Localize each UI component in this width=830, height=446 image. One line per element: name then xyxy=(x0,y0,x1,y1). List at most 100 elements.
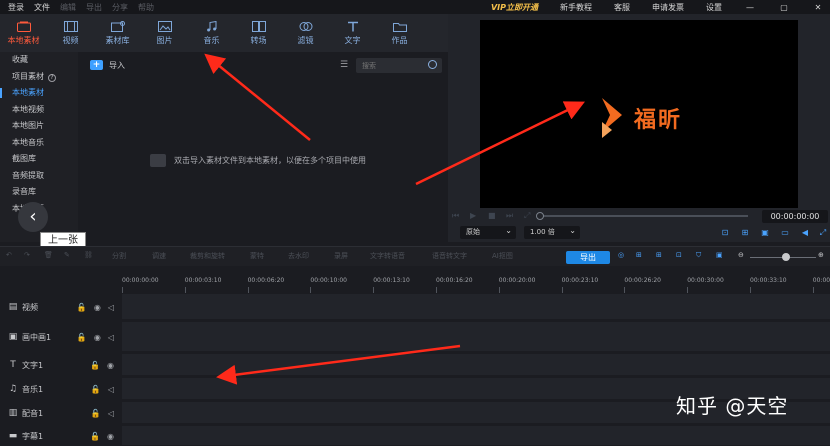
link-icon[interactable]: ⛓ xyxy=(84,251,93,259)
volume-icon[interactable]: ◀ xyxy=(800,228,810,238)
undo-icon[interactable]: ↶ xyxy=(6,251,12,259)
tab-library[interactable]: 素材库 xyxy=(94,14,141,52)
menu-share[interactable]: 分享 xyxy=(112,2,128,13)
zoom-out-icon[interactable]: ⊖ xyxy=(738,251,744,259)
zoom-slider-handle[interactable] xyxy=(782,253,790,261)
sidebar-item-local-image[interactable]: 本地图片 xyxy=(0,118,78,135)
lock-icon[interactable]: 🔓 xyxy=(77,303,87,312)
mark-icon[interactable]: ✎ xyxy=(64,251,70,259)
sidebar-item-recordings[interactable]: 录音库 xyxy=(0,184,78,201)
seek-track[interactable] xyxy=(538,215,748,217)
list-view-icon[interactable]: ☰ xyxy=(340,60,348,70)
speaker-icon[interactable]: ◁ xyxy=(108,303,114,312)
screen-icon[interactable]: ▭ xyxy=(780,228,790,238)
stt-button[interactable]: 语音转文字 xyxy=(432,251,467,261)
tab-text[interactable]: 文字 xyxy=(329,14,376,52)
tab-transition[interactable]: 转场 xyxy=(235,14,282,52)
sidebar-item-local-music[interactable]: 本地音乐 xyxy=(0,135,78,152)
preview-screen[interactable]: 福昕 xyxy=(480,20,798,208)
tool-icon-1[interactable]: ◎ xyxy=(618,251,624,259)
skip-back-icon[interactable]: ⏮ xyxy=(452,211,466,221)
invoice-link[interactable]: 申请发票 xyxy=(652,2,684,13)
stop-icon[interactable]: ■ xyxy=(488,211,502,221)
speaker-icon[interactable]: ◁ xyxy=(108,409,114,418)
snapshot-icon[interactable]: ▣ xyxy=(760,228,770,238)
crop-rotate-button[interactable]: 裁剪和旋转 xyxy=(190,251,225,261)
tab-video[interactable]: 视频 xyxy=(47,14,94,52)
speaker-icon[interactable]: ◁ xyxy=(108,333,114,342)
timeline-ruler[interactable]: 00:00:00:00 00:00:03:10 00:00:06:20 00:00:1… xyxy=(122,268,830,294)
lock-icon[interactable]: 🔓 xyxy=(91,409,101,418)
service-link[interactable]: 客服 xyxy=(614,2,630,13)
tool-icon-3[interactable]: ⊞ xyxy=(656,251,662,259)
zoom-in-icon[interactable]: ⊕ xyxy=(818,251,824,259)
search-icon[interactable] xyxy=(428,60,437,69)
delete-icon[interactable]: 🗑 xyxy=(44,251,53,259)
track-header[interactable]: ▥ 配音1 🔓 ◁ xyxy=(0,402,122,424)
eye-icon[interactable]: ◉ xyxy=(94,333,101,342)
track-header[interactable]: ♫ 音乐1 🔓 ◁ xyxy=(0,378,122,400)
speed-button[interactable]: 调速 xyxy=(152,251,166,261)
track-header[interactable]: ▣ 画中画1 🔓 ◉ ◁ xyxy=(0,322,122,352)
menu-export[interactable]: 导出 xyxy=(86,2,102,13)
skip-forward-icon[interactable]: ⏭ xyxy=(506,211,520,221)
eye-icon[interactable]: ◉ xyxy=(107,361,114,370)
maximize-icon[interactable]: ▢ xyxy=(778,3,790,12)
tab-image[interactable]: 图片 xyxy=(141,14,188,52)
tool-icon-2[interactable]: ⊞ xyxy=(636,251,642,259)
sidebar-item-local-video[interactable]: 本地视频 xyxy=(0,102,78,119)
redo-icon[interactable]: ↷ xyxy=(24,251,30,259)
prev-image-button[interactable]: ‹ xyxy=(18,202,48,232)
track-header[interactable]: T 文字1 🔓 ◉ xyxy=(0,354,122,376)
track-lane[interactable] xyxy=(122,322,830,352)
expand-icon[interactable]: ⤢ xyxy=(818,228,828,238)
record-screen-button[interactable]: 录屏 xyxy=(334,251,348,261)
shield-icon[interactable]: ⛉ xyxy=(696,251,701,260)
minimize-icon[interactable]: — xyxy=(744,3,756,12)
menu-help[interactable]: 帮助 xyxy=(138,2,154,13)
settings-link[interactable]: 设置 xyxy=(706,2,722,13)
sidebar-item-favorites[interactable]: 收藏 xyxy=(0,52,78,69)
tab-music[interactable]: 音乐 xyxy=(188,14,235,52)
eye-icon[interactable]: ◉ xyxy=(94,303,101,312)
tts-button[interactable]: 文字转语音 xyxy=(370,251,405,261)
vip-button[interactable]: VIP立即开通 xyxy=(491,2,538,13)
track-header[interactable]: ▬ 字幕1 🔓 ◉ xyxy=(0,426,122,446)
eye-icon[interactable]: ◉ xyxy=(107,432,114,441)
lock-icon[interactable]: 🔓 xyxy=(77,333,87,342)
menu-edit[interactable]: 编辑 xyxy=(60,2,76,13)
track-lane[interactable] xyxy=(122,354,830,376)
speaker-icon[interactable]: ◁ xyxy=(108,385,114,394)
sidebar-item-project-media[interactable]: 项目素材? xyxy=(0,69,78,86)
speed-select[interactable]: 1.00 倍 xyxy=(524,224,580,239)
lock-icon[interactable]: 🔓 xyxy=(90,432,100,441)
help-icon[interactable]: ? xyxy=(48,73,56,82)
tool-icon-4[interactable]: ⊡ xyxy=(676,251,682,259)
close-icon[interactable]: ✕ xyxy=(812,3,824,12)
sidebar-item-screenshot[interactable]: 截图库 xyxy=(0,151,78,168)
split-button[interactable]: 分割 xyxy=(112,251,126,261)
tab-filter[interactable]: 滤镜 xyxy=(282,14,329,52)
tool-icon-5[interactable]: ▣ xyxy=(716,251,723,259)
empty-state[interactable]: 双击导入素材文件到本地素材，以便在多个项目中使用 xyxy=(150,154,366,167)
export-button[interactable]: 导出 xyxy=(566,251,610,264)
ratio-icon[interactable]: ⊞ xyxy=(740,228,750,238)
sidebar-item-local-media[interactable]: 本地素材 xyxy=(0,85,78,102)
play-icon[interactable]: ▶ xyxy=(470,211,484,221)
track-header[interactable]: ▤ 视频 🔓 ◉ ◁ xyxy=(0,294,122,320)
import-plus-icon[interactable]: + xyxy=(90,60,103,70)
menu-file[interactable]: 文件 xyxy=(34,2,50,13)
aspect-select[interactable]: 原始 xyxy=(460,224,516,239)
import-button[interactable]: 导入 xyxy=(109,60,125,71)
track-lane[interactable] xyxy=(122,426,830,446)
tutorial-link[interactable]: 新手教程 xyxy=(560,2,592,13)
sidebar-item-audio-extract[interactable]: 音频提取 xyxy=(0,168,78,185)
mask-button[interactable]: 蒙特 xyxy=(250,251,264,261)
crop-icon[interactable]: ⊡ xyxy=(720,228,730,238)
remove-watermark-button[interactable]: 去水印 xyxy=(288,251,309,261)
ai-cutout-button[interactable]: AI抠图 xyxy=(492,251,513,261)
lock-icon[interactable]: 🔓 xyxy=(90,361,100,370)
track-lane[interactable] xyxy=(122,294,830,320)
tab-works[interactable]: 作品 xyxy=(376,14,423,52)
tab-local-media[interactable]: 本地素材 xyxy=(0,14,47,52)
